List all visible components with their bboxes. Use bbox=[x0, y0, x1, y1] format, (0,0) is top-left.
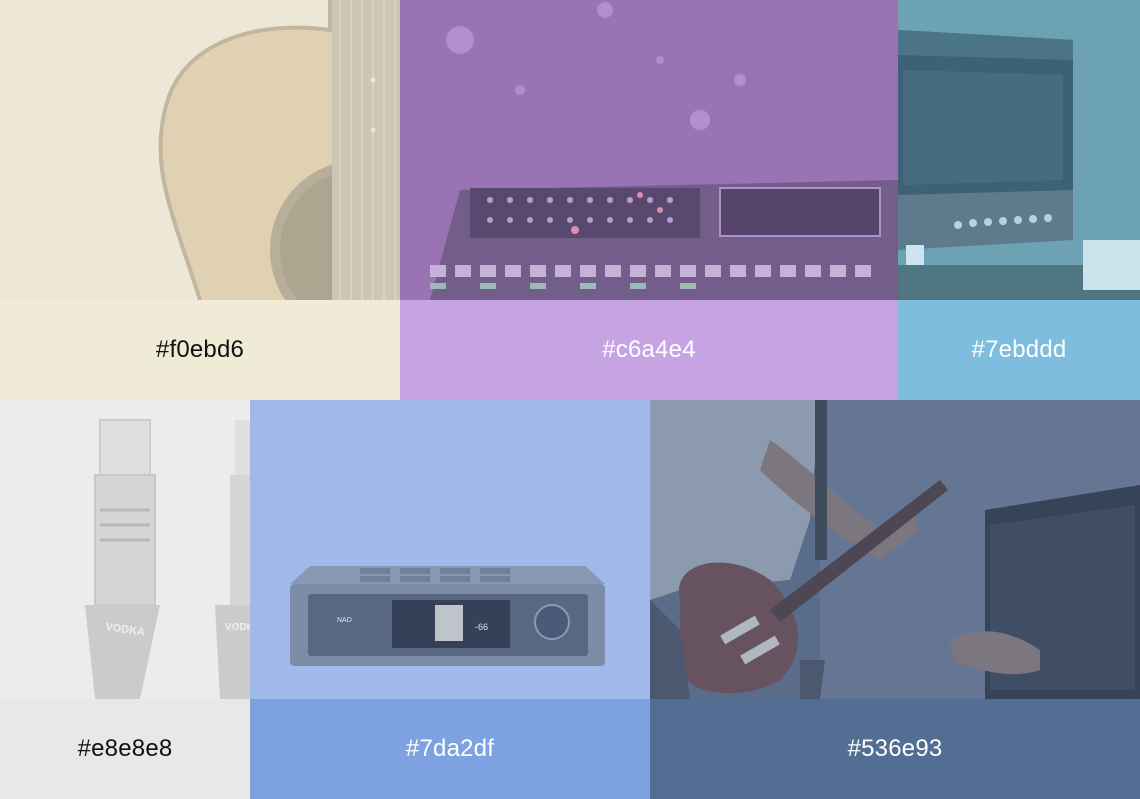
hex-label: #c6a4e4 bbox=[400, 300, 898, 400]
palette-card-periwinkle[interactable]: NAD -66 #7da2df bbox=[250, 400, 650, 799]
hex-label: #536e93 bbox=[650, 699, 1140, 799]
hex-label: #e8e8e8 bbox=[0, 699, 250, 799]
hex-label: #7ebddd bbox=[898, 300, 1140, 400]
audio-amplifier-photo: NAD -66 bbox=[250, 400, 650, 699]
ethernet-connectors-photo: VODKA VODKA bbox=[0, 400, 250, 699]
palette-card-sky-blue[interactable]: #7ebddd bbox=[898, 0, 1140, 400]
acoustic-guitar-photo bbox=[0, 0, 400, 300]
mixing-console-photo bbox=[400, 0, 898, 300]
palette-card-light-gray[interactable]: VODKA VODKA #e8e8e8 bbox=[0, 400, 250, 799]
guitar-amplifier-photo bbox=[898, 0, 1140, 300]
palette-card-lavender[interactable]: #c6a4e4 bbox=[400, 0, 898, 400]
palette-card-cream[interactable]: #f0ebd6 bbox=[0, 0, 400, 400]
palette-card-slate-blue[interactable]: #536e93 bbox=[650, 400, 1140, 799]
hex-label: #f0ebd6 bbox=[0, 300, 400, 400]
hex-label: #7da2df bbox=[250, 699, 650, 799]
guitarist-with-amp-photo bbox=[650, 400, 1140, 699]
